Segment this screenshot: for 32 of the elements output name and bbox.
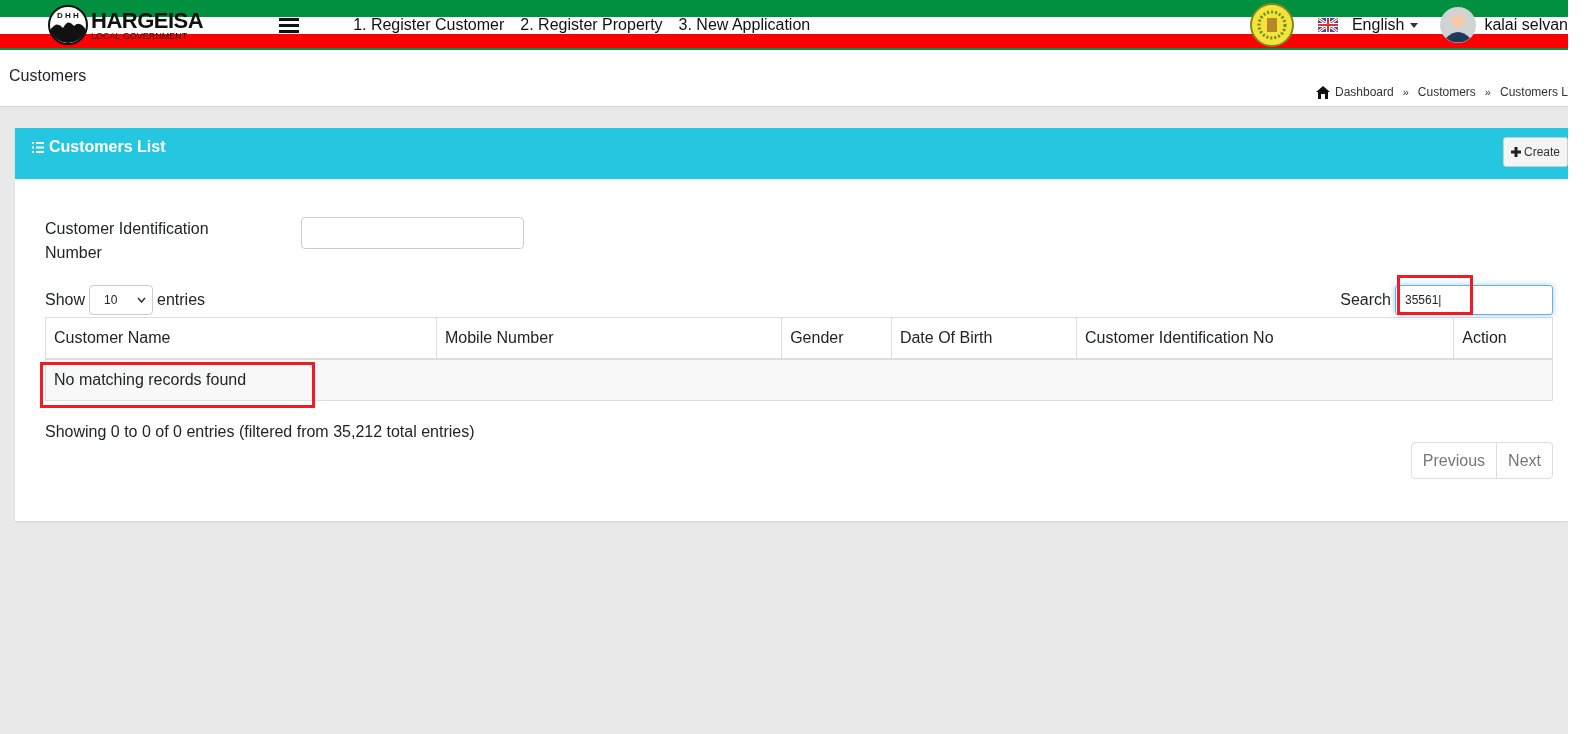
caret-icon	[1410, 22, 1419, 28]
user-name[interactable]: kalai selvan	[1484, 16, 1568, 34]
chevron-down-icon	[137, 297, 147, 303]
card-title: Customers List	[49, 138, 166, 156]
logo-initials: D H H	[57, 11, 79, 20]
breadcrumb-separator: »	[1484, 86, 1491, 98]
plus-icon	[1510, 147, 1521, 157]
create-button[interactable]: Create	[1502, 137, 1568, 167]
nav-link[interactable]: 3. New Application	[678, 16, 811, 34]
language-dropdown[interactable]: English	[1351, 16, 1419, 34]
emblem-icon	[1249, 3, 1294, 47]
search-field[interactable]: 35561|	[1395, 285, 1553, 315]
avatar-icon[interactable]	[1440, 7, 1477, 43]
search-label: Search	[1340, 291, 1391, 309]
entries-label: entries	[157, 291, 206, 309]
breadcrumb-separator: »	[1402, 86, 1409, 98]
field-label: Customer Identification Number	[45, 219, 210, 263]
page-title: Customers	[9, 67, 87, 86]
uk-flag-icon	[1317, 18, 1338, 32]
breadcrumb-link[interactable]: Customers L	[1499, 85, 1568, 99]
breadcrumb-link[interactable]: Customers	[1417, 85, 1476, 99]
breadcrumb-link[interactable]: Dashboard	[1335, 85, 1394, 99]
menu-icon[interactable]	[279, 17, 300, 33]
entries-select[interactable]: 10	[89, 285, 154, 315]
empty-message: No matching records found	[45, 359, 1553, 401]
show-label: Show	[45, 291, 86, 309]
nav-link[interactable]: 1. Register Customer	[353, 16, 505, 34]
input-field[interactable]	[301, 217, 524, 249]
nav-link[interactable]: 2. Register Property	[520, 16, 663, 34]
table-info: Showing 0 to 0 of 0 entries (filtered from 35,212 total entries)	[45, 423, 476, 441]
home-icon	[1316, 85, 1330, 99]
list-icon	[32, 141, 44, 153]
